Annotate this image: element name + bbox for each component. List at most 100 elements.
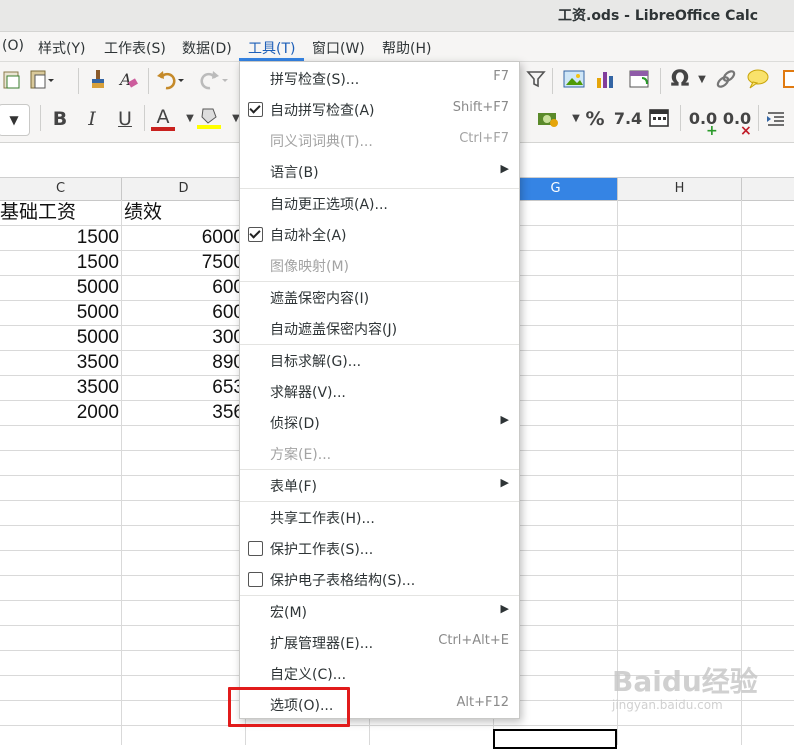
column-header-d[interactable]: D bbox=[122, 178, 246, 200]
cell-d-row8[interactable]: 356 bbox=[124, 400, 244, 425]
menu-item-auto-spellcheck[interactable]: 自动拼写检查(A) Shift+F7 bbox=[240, 94, 519, 125]
menu-item-language[interactable]: 语言(B) ▶ bbox=[240, 156, 519, 187]
cell-c-row8[interactable]: 2000 bbox=[0, 400, 119, 425]
redo-icon[interactable] bbox=[198, 68, 228, 92]
cell-d-row6[interactable]: 890 bbox=[124, 350, 244, 375]
number-format-button[interactable]: 7.4 bbox=[612, 107, 644, 131]
column-header-h[interactable]: H bbox=[618, 178, 742, 200]
cell-c-row1[interactable]: 1500 bbox=[0, 225, 119, 250]
cell-d-row4[interactable]: 600 bbox=[124, 300, 244, 325]
menu-item-auto-redact[interactable]: 自动遮盖保密内容(J) bbox=[240, 313, 519, 344]
menu-help[interactable]: 帮助(H) bbox=[382, 38, 431, 58]
cell-c-row4[interactable]: 5000 bbox=[0, 300, 119, 325]
insert-chart-icon[interactable] bbox=[594, 68, 618, 92]
menu-item-detective[interactable]: 侦探(D) ▶ bbox=[240, 407, 519, 438]
menu-item-redact[interactable]: 遮盖保密内容(I) bbox=[240, 282, 519, 313]
checkbox-checked-icon bbox=[248, 102, 263, 117]
underline-button[interactable]: U bbox=[113, 107, 137, 131]
menu-item-solver[interactable]: 求解器(V)... bbox=[240, 376, 519, 407]
clear-direct-formatting-icon[interactable]: A bbox=[116, 68, 140, 92]
highlight-color-button[interactable] bbox=[197, 105, 221, 129]
menu-item-autocorrect-options[interactable]: 自动更正选项(A)... bbox=[240, 188, 519, 219]
menu-item-protect-structure[interactable]: 保护电子表格结构(S)... bbox=[240, 564, 519, 595]
menu-item-label: 自动补全(A) bbox=[270, 228, 347, 244]
cell-header-performance[interactable]: 绩效 bbox=[124, 200, 244, 225]
chevron-down-icon: ▼ bbox=[9, 113, 19, 127]
menu-sheet[interactable]: 工作表(S) bbox=[104, 38, 166, 58]
watermark-subtext: jingyan.baidu.com bbox=[612, 698, 723, 712]
cell-header-base-salary[interactable]: 基础工资 bbox=[0, 200, 120, 225]
cell-d-row1[interactable]: 6000 bbox=[124, 225, 244, 250]
menu-item-label: 遮盖保密内容(I) bbox=[270, 291, 370, 307]
paste-special-icon[interactable] bbox=[0, 68, 24, 92]
cell-d-row5[interactable]: 300 bbox=[124, 325, 244, 350]
increase-indent-icon[interactable] bbox=[764, 107, 788, 131]
x-icon: × bbox=[740, 123, 752, 139]
menu-styles[interactable]: 样式(Y) bbox=[38, 38, 85, 58]
date-format-icon[interactable] bbox=[648, 107, 672, 131]
clone-formatting-icon[interactable] bbox=[86, 68, 110, 92]
menu-item-forms[interactable]: 表单(F) ▶ bbox=[240, 470, 519, 501]
svg-text:A: A bbox=[118, 70, 132, 89]
menu-window[interactable]: 窗口(W) bbox=[312, 38, 365, 58]
checkbox-unchecked-icon bbox=[248, 541, 263, 556]
cell-c-row5[interactable]: 5000 bbox=[0, 325, 119, 350]
menu-format-partial[interactable]: (O) bbox=[2, 38, 24, 54]
cell-d-row3[interactable]: 600 bbox=[124, 275, 244, 300]
window-title: 工资.ods - LibreOffice Calc bbox=[558, 8, 758, 24]
font-color-button[interactable]: A bbox=[151, 105, 175, 131]
menu-tools[interactable]: 工具(T) bbox=[248, 38, 295, 58]
menu-item-shortcut: Shift+F7 bbox=[452, 100, 509, 115]
menu-item-label: 侦探(D) bbox=[270, 416, 320, 432]
insert-image-icon[interactable] bbox=[562, 68, 586, 92]
autofilter-icon[interactable] bbox=[524, 68, 548, 92]
menu-item-extension-manager[interactable]: 扩展管理器(E)... Ctrl+Alt+E bbox=[240, 627, 519, 658]
menu-item-label: 图像映射(M) bbox=[270, 259, 350, 275]
font-size-dropdown[interactable]: ▼ bbox=[0, 104, 30, 136]
paste-icon[interactable] bbox=[28, 68, 54, 92]
checkbox-checked-icon bbox=[248, 227, 263, 242]
menu-item-shortcut: Ctrl+F7 bbox=[459, 131, 509, 146]
tools-menu: 拼写检查(S)... F7 自动拼写检查(A) Shift+F7 同义词词典(T… bbox=[239, 61, 520, 719]
menu-item-thesaurus: 同义词词典(T)... Ctrl+F7 bbox=[240, 125, 519, 156]
pivot-table-icon[interactable] bbox=[628, 68, 652, 92]
menu-item-customize[interactable]: 自定义(C)... bbox=[240, 658, 519, 689]
hyperlink-icon[interactable] bbox=[714, 68, 738, 92]
bold-button[interactable]: B bbox=[48, 107, 72, 131]
menu-item-macros[interactable]: 宏(M) ▶ bbox=[240, 596, 519, 627]
percent-format-button[interactable]: % bbox=[583, 107, 607, 131]
menu-item-label: 自定义(C)... bbox=[270, 667, 347, 683]
menu-item-label: 自动遮盖保密内容(J) bbox=[270, 322, 398, 338]
headers-footers-icon[interactable] bbox=[778, 68, 794, 92]
cell-c-row7[interactable]: 3500 bbox=[0, 375, 119, 400]
menu-data[interactable]: 数据(D) bbox=[182, 38, 232, 58]
menu-bar: (O) 样式(Y) 工作表(S) 数据(D) 工具(T) 窗口(W) 帮助(H) bbox=[0, 32, 794, 62]
cell-c-row6[interactable]: 3500 bbox=[0, 350, 119, 375]
special-character-dropdown-icon[interactable]: ▼ bbox=[690, 68, 714, 92]
cell-d-row2[interactable]: 7500 bbox=[124, 250, 244, 275]
menu-item-scenarios: 方案(E)... bbox=[240, 438, 519, 469]
cell-c-row2[interactable]: 1500 bbox=[0, 250, 119, 275]
menu-item-spelling[interactable]: 拼写检查(S)... F7 bbox=[240, 63, 519, 94]
submenu-arrow-icon: ▶ bbox=[500, 476, 509, 489]
active-cell-cursor[interactable] bbox=[493, 729, 617, 749]
add-decimal-button[interactable]: 0.0 + bbox=[688, 107, 718, 139]
special-character-icon[interactable]: Ω bbox=[668, 68, 692, 92]
cell-d-row7[interactable]: 653 bbox=[124, 375, 244, 400]
cell-c-row3[interactable]: 5000 bbox=[0, 275, 119, 300]
menu-item-autoinput[interactable]: 自动补全(A) bbox=[240, 219, 519, 250]
menu-item-protect-sheet[interactable]: 保护工作表(S)... bbox=[240, 533, 519, 564]
menu-item-goal-seek[interactable]: 目标求解(G)... bbox=[240, 345, 519, 376]
menu-item-label: 扩展管理器(E)... bbox=[270, 636, 374, 652]
comment-icon[interactable] bbox=[746, 68, 770, 92]
menu-item-label: 表单(F) bbox=[270, 479, 317, 495]
column-header-c[interactable]: C bbox=[0, 178, 122, 200]
highlight-annotation bbox=[228, 687, 350, 727]
menu-item-share-spreadsheet[interactable]: 共享工作表(H)... bbox=[240, 502, 519, 533]
menu-item-label: 拼写检查(S)... bbox=[270, 72, 360, 88]
menu-item-label: 保护工作表(S)... bbox=[270, 542, 374, 558]
currency-format-icon[interactable] bbox=[536, 107, 560, 131]
undo-icon[interactable] bbox=[156, 68, 184, 92]
italic-button[interactable]: I bbox=[80, 107, 104, 131]
remove-decimal-button[interactable]: 0.0 × bbox=[722, 107, 752, 139]
